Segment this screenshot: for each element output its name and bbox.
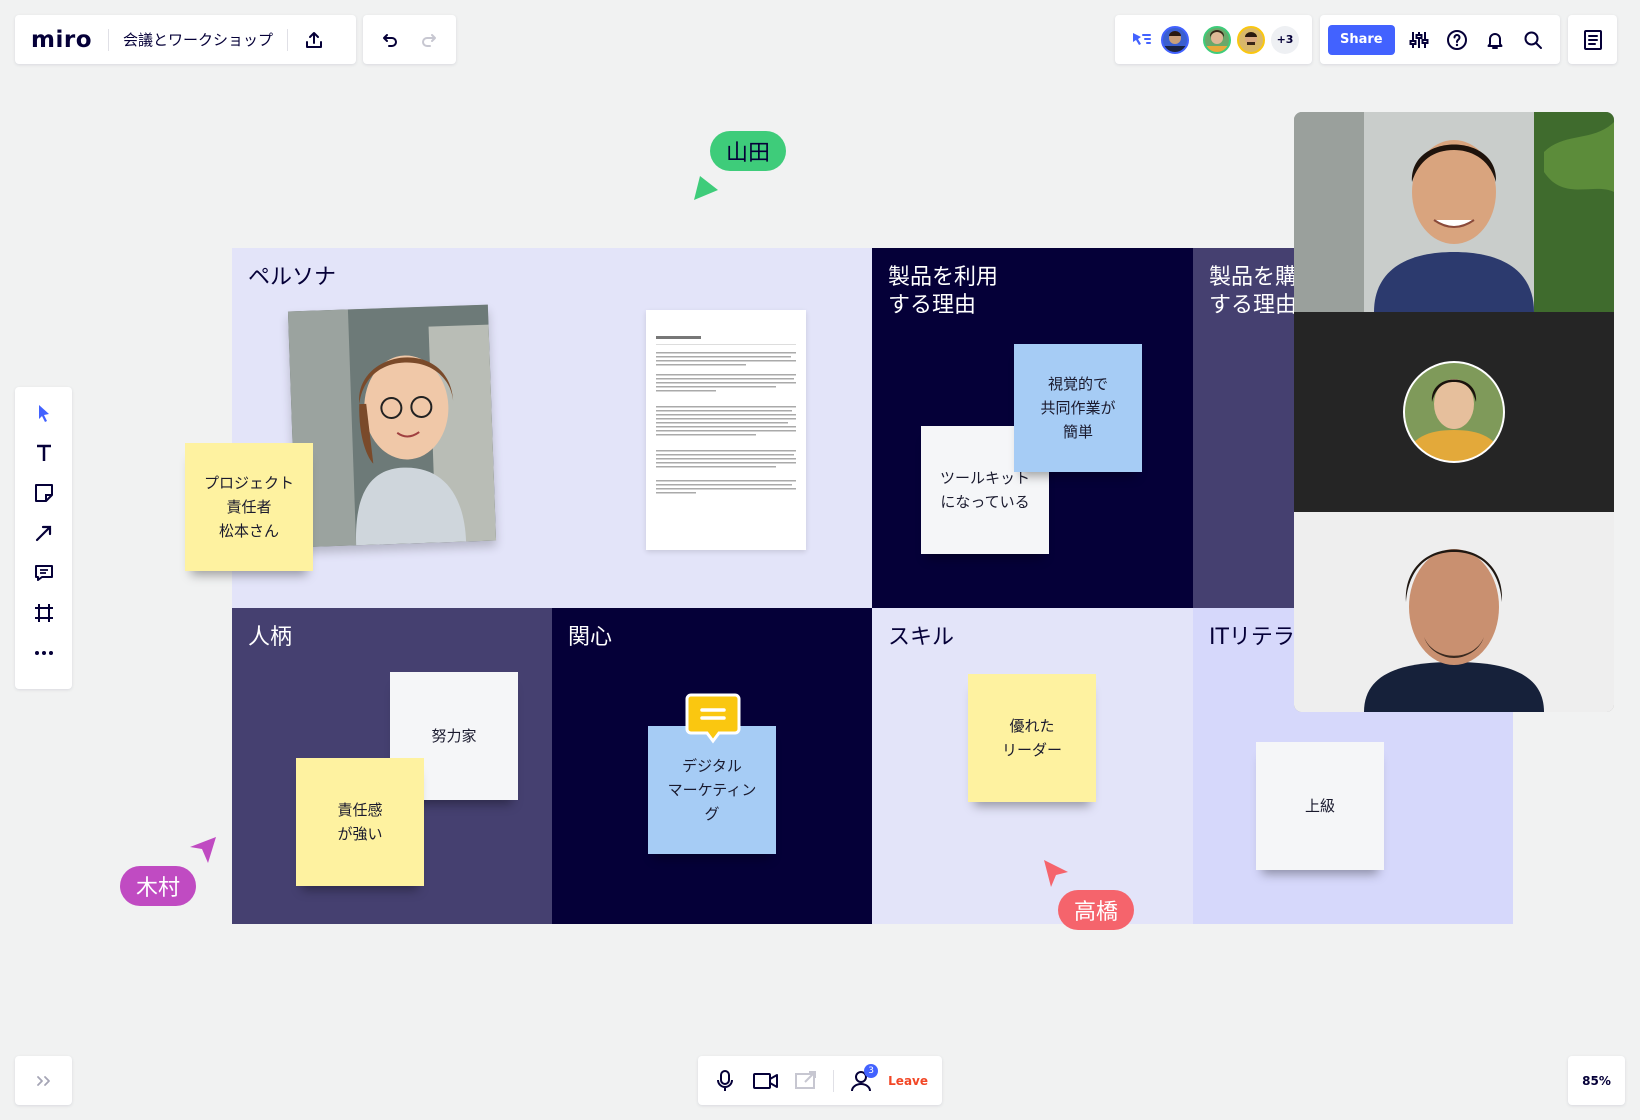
avatar[interactable] [1203,25,1231,54]
zoom-level[interactable]: 85% [1568,1056,1625,1105]
avatar[interactable] [1161,25,1189,54]
board-header: miro 会議とワークショップ [15,15,356,64]
avatar[interactable] [1237,25,1265,54]
frame-title: 人柄 [248,625,293,650]
sticky-note[interactable]: 責任感 が強い [296,758,424,886]
frame-title: スキル [888,625,955,650]
undo-icon[interactable] [374,24,406,56]
creation-toolbar [15,387,72,689]
undo-redo-bar [363,15,456,64]
persona-frame[interactable]: ペルソナ [232,248,872,608]
more-collaborators-count[interactable]: +3 [1271,25,1299,54]
settings-sliders-icon[interactable] [1405,26,1433,54]
divider [287,28,289,51]
arrow-line-icon[interactable] [26,515,62,551]
participants-icon[interactable]: 3 [848,1063,879,1094]
board-actions-bar: Share [1320,15,1560,64]
document-preview[interactable] [646,310,806,550]
follow-cursor-icon[interactable] [1127,26,1155,54]
bell-icon[interactable] [1481,26,1509,54]
cursor-label-yamada: 山田 [710,131,787,171]
cursor-label-kimura: 木村 [120,866,197,906]
notes-icon[interactable] [1568,15,1617,64]
camera-icon[interactable] [752,1068,780,1094]
redo-icon[interactable] [413,24,445,56]
sticky-note[interactable]: プロジェクト 責任者 松本さん [185,443,313,571]
comment-icon[interactable] [26,555,62,591]
persona-photo[interactable] [287,304,497,548]
participants-count-badge: 3 [864,1063,879,1078]
cursor-pointer-icon [190,835,218,869]
divider [108,28,109,51]
board-title[interactable]: 会議とワークショップ [123,29,273,50]
miro-logo[interactable]: miro [31,27,92,53]
frame-title: 関心 [568,625,613,650]
sticky-note[interactable]: 優れた リーダー [968,674,1096,802]
share-button[interactable]: Share [1328,24,1395,55]
video-tile[interactable] [1294,112,1614,312]
search-icon[interactable] [1519,26,1547,54]
sticky-note-icon[interactable] [26,475,62,511]
sticky-note[interactable]: 視覚的で 共同作業が 簡単 [1014,344,1142,472]
select-cursor-icon[interactable] [26,395,62,431]
comment-bubble-icon[interactable] [685,693,741,745]
frame-icon[interactable] [26,595,62,631]
expand-panel-icon[interactable] [15,1056,72,1105]
cursor-label-takahashi: 高橋 [1058,890,1135,930]
video-tile[interactable] [1294,312,1614,512]
upload-icon[interactable] [294,20,334,60]
help-icon[interactable] [1443,26,1471,54]
frame-title: ペルソナ [248,265,337,290]
call-controls: 3 Leave [698,1056,942,1105]
sticky-note[interactable]: 上級 [1256,742,1384,870]
more-tools-icon[interactable] [26,635,62,671]
video-tile[interactable] [1294,512,1614,712]
video-call-panel [1294,112,1614,712]
microphone-icon[interactable] [712,1068,738,1094]
leave-call-button[interactable]: Leave [888,1074,928,1088]
divider [833,1069,835,1092]
text-tool-icon[interactable] [26,435,62,471]
frame-title: 製品を利用 する理由 [888,265,999,318]
cursor-pointer-icon [692,174,720,206]
screen-share-icon[interactable] [794,1068,820,1094]
sticky-note[interactable]: デジタル マーケティン グ [648,726,776,854]
cursor-pointer-icon [1042,858,1070,892]
collaborators-bar: +3 [1115,15,1312,64]
